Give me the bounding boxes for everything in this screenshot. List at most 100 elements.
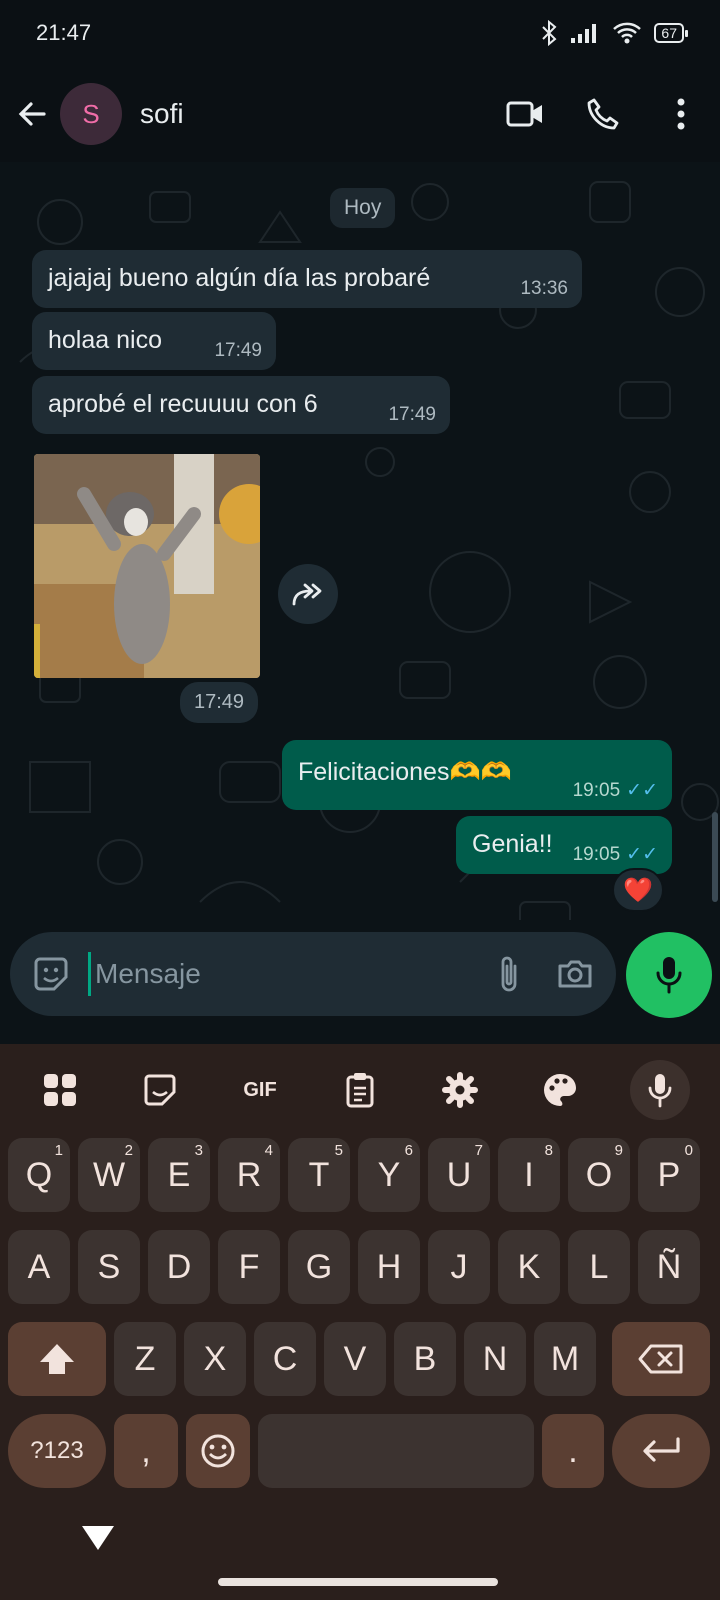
key-a[interactable]: A: [8, 1230, 70, 1304]
key-y[interactable]: Y6: [358, 1138, 420, 1212]
key-hint: 3: [194, 1142, 203, 1159]
microphone-icon: [648, 1074, 672, 1108]
forward-button[interactable]: [278, 564, 338, 624]
comma-key[interactable]: ,: [114, 1414, 178, 1488]
space-key[interactable]: [258, 1414, 534, 1488]
message-bubble[interactable]: aprobé el recuuuu con 6 17:49: [32, 376, 450, 434]
message-bubble[interactable]: Felicitaciones🫶🫶 19:05 ✓✓: [282, 740, 672, 810]
key-s[interactable]: S: [78, 1230, 140, 1304]
backspace-key[interactable]: [612, 1322, 710, 1396]
avatar[interactable]: S: [60, 83, 122, 145]
palette-icon: [544, 1074, 576, 1106]
key-label: Y: [377, 1155, 401, 1194]
attach-button[interactable]: [486, 951, 532, 997]
key-row-4: ?123 , .: [0, 1414, 720, 1488]
emoji-key[interactable]: [186, 1414, 250, 1488]
key-label: P: [657, 1155, 681, 1194]
gif-message[interactable]: [34, 454, 260, 678]
key-n[interactable]: N: [464, 1322, 526, 1396]
key-i[interactable]: I8: [498, 1138, 560, 1212]
key-h[interactable]: H: [358, 1230, 420, 1304]
home-gesture-handle[interactable]: [218, 1578, 498, 1586]
hide-keyboard-button[interactable]: [82, 1526, 114, 1550]
shift-key[interactable]: [8, 1322, 106, 1396]
emoji-sticker-button[interactable]: [28, 951, 74, 997]
key-l[interactable]: L: [568, 1230, 630, 1304]
message-bubble[interactable]: jajajaj bueno algún día las probaré 13:3…: [32, 250, 582, 308]
message-text: aprobé el recuuuu con 6: [48, 390, 318, 418]
key-u[interactable]: U7: [428, 1138, 490, 1212]
period-key[interactable]: .: [542, 1414, 604, 1488]
symbols-key[interactable]: ?123: [8, 1414, 106, 1488]
message-input-container[interactable]: Mensaje: [10, 932, 616, 1016]
message-text: holaa nico: [48, 326, 162, 354]
scrollbar[interactable]: [712, 812, 718, 902]
paperclip-icon: [501, 956, 517, 992]
sticker-button[interactable]: [130, 1060, 190, 1120]
key-p[interactable]: P0: [638, 1138, 700, 1212]
message-bubble[interactable]: Genia!! 19:05 ✓✓: [456, 816, 672, 874]
message-time: 13:36: [520, 278, 568, 299]
keyboard-toolbar: GIF: [0, 1044, 720, 1136]
key-z[interactable]: Z: [114, 1322, 176, 1396]
key-g[interactable]: G: [288, 1230, 350, 1304]
camera-button[interactable]: [552, 951, 598, 997]
voice-typing-button[interactable]: [630, 1060, 690, 1120]
key-d[interactable]: D: [148, 1230, 210, 1304]
key-row-1: Q1W2E3R4T5Y6U7I8O9P0: [0, 1138, 720, 1212]
key-v[interactable]: V: [324, 1322, 386, 1396]
system-navigation-bar: [0, 1496, 720, 1600]
key-r[interactable]: R4: [218, 1138, 280, 1212]
status-bar: 21:47 67: [0, 0, 720, 66]
battery-indicator: 67: [654, 23, 688, 43]
video-call-button[interactable]: [494, 83, 556, 145]
key-label: R: [236, 1155, 262, 1194]
gear-icon: [442, 1072, 478, 1108]
key-c[interactable]: C: [254, 1322, 316, 1396]
sticker-icon: [144, 1074, 176, 1106]
shift-icon: [40, 1344, 74, 1374]
voice-message-button[interactable]: [626, 932, 712, 1018]
message-text: Felicitaciones🫶🫶: [298, 758, 512, 786]
video-camera-icon: [506, 101, 542, 127]
voice-call-button[interactable]: [572, 83, 634, 145]
signal-icon: [571, 24, 597, 43]
message-list[interactable]: Hoy jajajaj bueno algún día las probaré …: [0, 162, 720, 954]
theme-button[interactable]: [530, 1060, 590, 1120]
back-button[interactable]: [4, 86, 60, 142]
message-input[interactable]: Mensaje: [88, 952, 466, 996]
more-options-button[interactable]: [650, 83, 712, 145]
key-t[interactable]: T5: [288, 1138, 350, 1212]
gif-button[interactable]: GIF: [230, 1060, 290, 1120]
key-f[interactable]: F: [218, 1230, 280, 1304]
reaction-badge[interactable]: ❤️: [612, 868, 664, 912]
bluetooth-icon: [542, 20, 557, 46]
key-label: O: [585, 1155, 613, 1194]
key-b[interactable]: B: [394, 1322, 456, 1396]
key-o[interactable]: O9: [568, 1138, 630, 1212]
enter-key[interactable]: [612, 1414, 710, 1488]
message-bubble[interactable]: holaa nico 17:49: [32, 312, 276, 370]
key-q[interactable]: Q1: [8, 1138, 70, 1212]
apps-button[interactable]: [30, 1060, 90, 1120]
settings-button[interactable]: [430, 1060, 490, 1120]
read-receipt-icon: ✓✓: [626, 844, 658, 865]
apps-icon: [44, 1074, 76, 1106]
message-text: Genia!!: [472, 830, 553, 858]
key-label: E: [167, 1155, 191, 1194]
key-e[interactable]: E3: [148, 1138, 210, 1212]
key-hint: 8: [544, 1142, 553, 1159]
key-k[interactable]: K: [498, 1230, 560, 1304]
key-hint: 9: [614, 1142, 623, 1159]
enter-icon: [643, 1437, 680, 1462]
key-x[interactable]: X: [184, 1322, 246, 1396]
key-m[interactable]: M: [534, 1322, 596, 1396]
key-ñ[interactable]: Ñ: [638, 1230, 700, 1304]
contact-name[interactable]: sofi: [140, 98, 494, 130]
clipboard-button[interactable]: [330, 1060, 390, 1120]
clipboard-icon: [346, 1073, 374, 1108]
chat-header: S sofi: [0, 66, 720, 162]
key-j[interactable]: J: [428, 1230, 490, 1304]
key-w[interactable]: W2: [78, 1138, 140, 1212]
key-hint: 5: [334, 1142, 343, 1159]
